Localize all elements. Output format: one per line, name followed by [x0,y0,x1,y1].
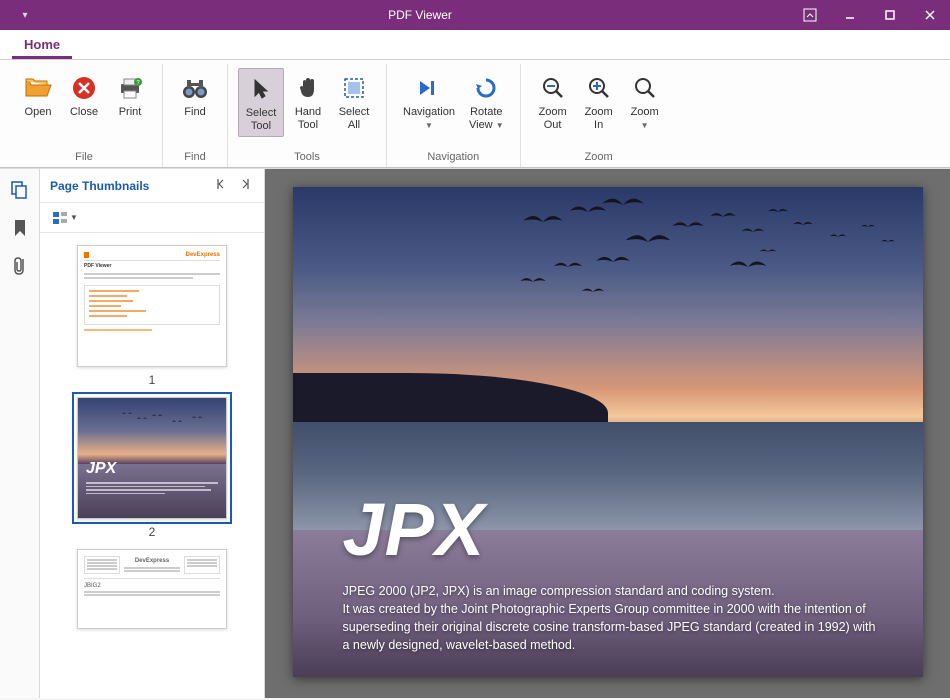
chevron-down-icon: ▼ [496,121,504,130]
thumbnails-panel-title: Page Thumbnails [50,179,149,193]
navigation-button[interactable]: Navigation▼ [397,68,461,135]
thumbnail-page-1[interactable]: DevExpress PDF Viewer [77,245,227,367]
close-button[interactable]: Close [62,68,106,123]
thumbnail-page-3[interactable]: DevExpress JBIG2 [77,549,227,629]
thumbnail-number: 2 [149,525,156,539]
select-all-icon [338,72,370,104]
print-button[interactable]: ? Print [108,68,152,123]
document-heading: JPX [343,487,486,572]
chevron-down-icon: ▼ [425,121,433,130]
navigation-icon [413,72,445,104]
document-viewport[interactable]: JPX JPEG 2000 (JP2, JPX) is an image com… [265,169,950,698]
zoom-in-button[interactable]: Zoom In [577,68,621,135]
titlebar: ▾ PDF Viewer [0,0,950,30]
folder-open-icon [22,72,54,104]
thumbnails-list[interactable]: DevExpress PDF Viewer 1 [40,233,264,698]
open-button[interactable]: Open [16,68,60,123]
select-all-button[interactable]: Select All [332,68,376,135]
ribbon-group-tools: Select Tool Hand Tool Select All Tools [228,64,387,167]
rotate-view-button[interactable]: Rotate View ▼ [463,68,510,135]
ribbon-tabs: Home [0,30,950,60]
qat-dropdown-icon[interactable]: ▾ [22,10,27,21]
thumbnail-number: 1 [149,373,156,387]
thumbnail-item[interactable]: JPX 2 [77,397,227,539]
bookmarks-tab-icon[interactable] [9,217,31,239]
thumbnails-tab-icon[interactable] [9,179,31,201]
thumbnail-item[interactable]: DevExpress JBIG2 [77,549,227,629]
document-body-text: JPEG 2000 (JP2, JPX) is an image compres… [343,582,883,655]
zoom-button[interactable]: Zoom▼ [623,68,667,135]
attachments-tab-icon[interactable] [9,255,31,277]
minimize-button[interactable] [830,0,870,30]
print-icon: ? [114,72,146,104]
document-page: JPX JPEG 2000 (JP2, JPX) is an image com… [293,187,923,677]
window-title: PDF Viewer [50,8,790,22]
zoom-out-icon [537,72,569,104]
thumbnails-options-button[interactable]: ▼ [50,209,80,227]
hand-tool-button[interactable]: Hand Tool [286,68,330,135]
ribbon: Open Close ? Print File Fin [0,60,950,168]
zoom-icon [629,72,661,104]
rotate-icon [470,72,502,104]
maximize-button[interactable] [870,0,910,30]
side-panel-tabs [0,169,40,698]
zoom-in-icon [583,72,615,104]
workspace: Page Thumbnails ▼ DevExpress PDF Viewer [0,168,950,698]
zoom-out-button[interactable]: Zoom Out [531,68,575,135]
chevron-down-icon: ▼ [641,121,649,130]
select-tool-button[interactable]: Select Tool [238,68,284,137]
cursor-icon [245,73,277,105]
thumbnails-panel: Page Thumbnails ▼ DevExpress PDF Viewer [40,169,265,698]
ribbon-collapse-button[interactable] [790,0,830,30]
birds-illustration [293,187,923,347]
close-window-button[interactable] [910,0,950,30]
binoculars-icon [179,72,211,104]
collapse-panel-icon[interactable] [212,175,230,196]
find-button[interactable]: Find [173,68,217,123]
close-icon [68,72,100,104]
tab-home[interactable]: Home [12,31,72,59]
thumbnail-item[interactable]: DevExpress PDF Viewer 1 [77,245,227,387]
hand-icon [292,72,324,104]
ribbon-group-find: Find Find [163,64,228,167]
ribbon-group-file: Open Close ? Print File [6,64,163,167]
thumbnail-page-2[interactable]: JPX [77,397,227,519]
ribbon-group-navigation: Navigation▼ Rotate View ▼ Navigation [387,64,521,167]
ribbon-group-zoom: Zoom Out Zoom In Zoom▼ Zoom [521,64,677,167]
expand-panel-icon[interactable] [236,175,254,196]
